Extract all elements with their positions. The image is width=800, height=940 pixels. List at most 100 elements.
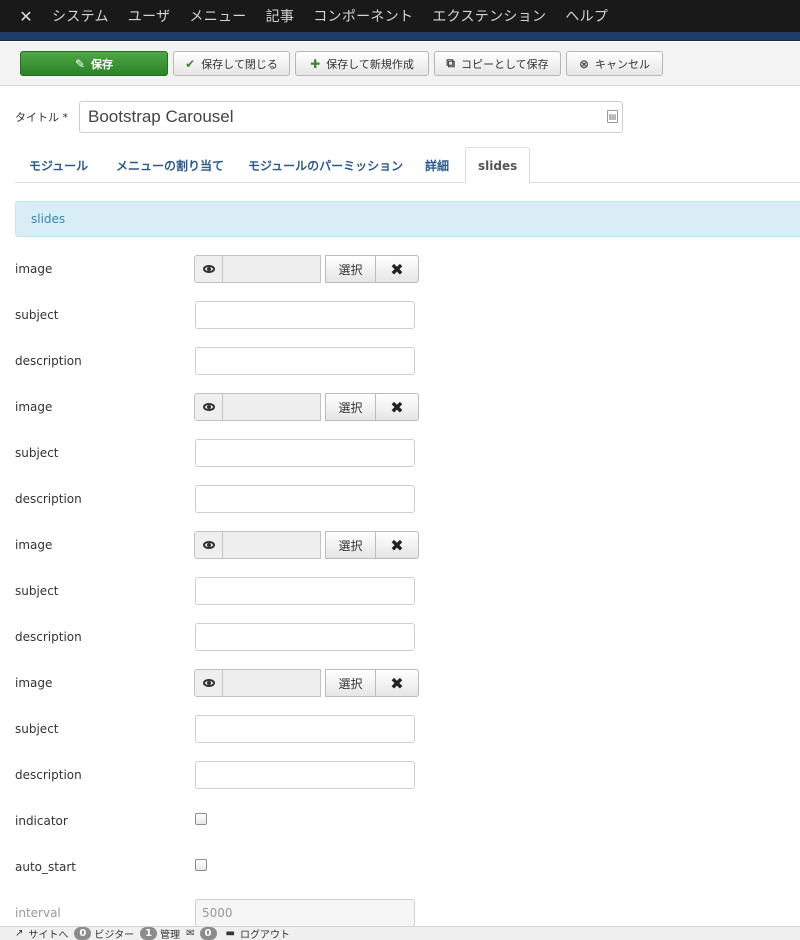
menu-menus[interactable]: メニュー xyxy=(189,6,246,26)
image-media-field: 選択 ✖ xyxy=(194,531,419,559)
messages-badge: 0 xyxy=(199,927,217,940)
auto-start-label: auto_start xyxy=(15,860,76,874)
save-button[interactable]: ✎ 保存 xyxy=(20,51,168,76)
visitors-badge: 0 xyxy=(74,927,92,940)
tab-advanced[interactable]: 詳細 xyxy=(425,147,449,183)
menu-help[interactable]: ヘルプ xyxy=(565,6,608,26)
admins-label: 管理 xyxy=(160,930,181,940)
description-label: description xyxy=(15,630,82,644)
admins-badge: 1 xyxy=(140,927,158,940)
subject-label: subject xyxy=(15,584,59,598)
eye-icon xyxy=(202,265,215,273)
menu-content[interactable]: 記事 xyxy=(266,6,295,26)
interval-label: interval xyxy=(15,906,61,920)
joomla-logo-icon[interactable]: ✕ xyxy=(0,0,52,32)
image-label: image xyxy=(15,400,53,414)
minus-icon: ▬ xyxy=(225,928,235,939)
image-path-input xyxy=(222,669,321,697)
menu-users[interactable]: ユーザ xyxy=(128,6,171,26)
title-label: タイトル * xyxy=(15,111,68,124)
clear-button[interactable]: ✖ xyxy=(375,531,419,559)
image-path-input xyxy=(222,531,321,559)
status-bar: ↗ サイトへ 0 ビジター 1 管理 ✉ 0 ▬ ログアウト xyxy=(0,926,800,940)
tab-bar: モジュール メニューの割り当て モジュールのパーミッション 詳細 slides xyxy=(15,147,800,184)
auto-start-checkbox[interactable] xyxy=(195,859,207,871)
check-icon: ✔ xyxy=(185,56,196,71)
image-label: image xyxy=(15,262,53,276)
save-label: 保存 xyxy=(91,57,114,71)
description-input[interactable] xyxy=(195,347,415,375)
menu-system[interactable]: システム xyxy=(52,6,109,26)
description-input[interactable] xyxy=(195,761,415,789)
subject-input[interactable] xyxy=(195,301,415,329)
description-input[interactable] xyxy=(195,485,415,513)
header-stripe xyxy=(0,32,800,41)
description-input[interactable] xyxy=(195,623,415,651)
logout-link[interactable]: ▬ ログアウト xyxy=(225,927,290,940)
subject-label: subject xyxy=(15,308,59,322)
subject-label: subject xyxy=(15,722,59,736)
copy-icon: ⧉ xyxy=(446,56,455,70)
description-label: description xyxy=(15,354,82,368)
image-path-input xyxy=(222,393,321,421)
title-input[interactable]: Bootstrap Carousel xyxy=(79,101,623,133)
preview-button[interactable] xyxy=(194,669,223,697)
save-close-button[interactable]: ✔ 保存して閉じる xyxy=(173,51,290,76)
select-button[interactable]: 選択 xyxy=(325,669,376,697)
cancel-button[interactable]: ⊗ キャンセル xyxy=(566,51,663,76)
tab-module[interactable]: モジュール xyxy=(29,147,88,183)
plus-icon: ✚ xyxy=(310,56,321,71)
select-button[interactable]: 選択 xyxy=(325,255,376,283)
image-media-field: 選択 ✖ xyxy=(194,669,419,697)
contact-card-icon: ▤ xyxy=(607,110,618,123)
main-menu: システム ユーザ メニュー 記事 コンポーネント エクステンション ヘルプ xyxy=(52,6,627,26)
save-copy-label: コピーとして保存 xyxy=(460,57,549,71)
subject-input[interactable] xyxy=(195,715,415,743)
top-navbar: ✕ システム ユーザ メニュー 記事 コンポーネント エクステンション ヘルプ xyxy=(0,0,800,32)
subject-input[interactable] xyxy=(195,577,415,605)
eye-icon xyxy=(202,403,215,411)
image-label: image xyxy=(15,676,53,690)
save-close-label: 保存して閉じる xyxy=(201,57,278,71)
visitors-label: ビジター xyxy=(94,930,135,940)
image-label: image xyxy=(15,538,53,552)
select-button[interactable]: 選択 xyxy=(325,531,376,559)
interval-input[interactable]: 5000 xyxy=(195,899,415,927)
fieldset-heading: slides xyxy=(15,201,800,237)
menu-extensions[interactable]: エクステンション xyxy=(432,6,546,26)
tab-slides[interactable]: slides xyxy=(465,147,531,184)
messages-link[interactable]: ✉ 0 xyxy=(186,927,219,940)
tab-module-permissions[interactable]: モジュールのパーミッション xyxy=(248,147,403,183)
eye-icon xyxy=(202,679,215,687)
description-label: description xyxy=(15,768,82,782)
subject-input[interactable] xyxy=(195,439,415,467)
visitors-status: 0 ビジター xyxy=(74,927,135,940)
image-media-field: 選択 ✖ xyxy=(194,255,419,283)
description-label: description xyxy=(15,492,82,506)
clear-button[interactable]: ✖ xyxy=(375,393,419,421)
cancel-circle-icon: ⊗ xyxy=(578,56,590,71)
subject-label: subject xyxy=(15,446,59,460)
save-new-button[interactable]: ✚ 保存して新規作成 xyxy=(295,51,429,76)
admins-status: 1 管理 xyxy=(140,927,181,940)
clear-button[interactable]: ✖ xyxy=(375,669,419,697)
clear-button[interactable]: ✖ xyxy=(375,255,419,283)
select-button[interactable]: 選択 xyxy=(325,393,376,421)
view-site-link[interactable]: ↗ サイトへ xyxy=(15,927,68,940)
edit-icon: ✎ xyxy=(74,56,86,71)
envelope-icon: ✉ xyxy=(186,928,195,939)
menu-components[interactable]: コンポーネント xyxy=(313,6,413,26)
save-new-label: 保存して新規作成 xyxy=(326,57,414,71)
preview-button[interactable] xyxy=(194,255,223,283)
preview-button[interactable] xyxy=(194,531,223,559)
save-copy-button[interactable]: ⧉ コピーとして保存 xyxy=(434,51,561,76)
preview-button[interactable] xyxy=(194,393,223,421)
indicator-label: indicator xyxy=(15,814,68,828)
toolbar: ✎ 保存 ✔ 保存して閉じる ✚ 保存して新規作成 ⧉ コピーとして保存 ⊗ キ… xyxy=(0,42,800,86)
external-link-icon: ↗ xyxy=(15,928,24,939)
cancel-label: キャンセル xyxy=(595,57,651,71)
indicator-checkbox[interactable] xyxy=(195,813,207,825)
logout-label: ログアウト xyxy=(239,930,290,940)
tab-menu-assignment[interactable]: メニューの割り当て xyxy=(116,147,224,183)
image-media-field: 選択 ✖ xyxy=(194,393,419,421)
